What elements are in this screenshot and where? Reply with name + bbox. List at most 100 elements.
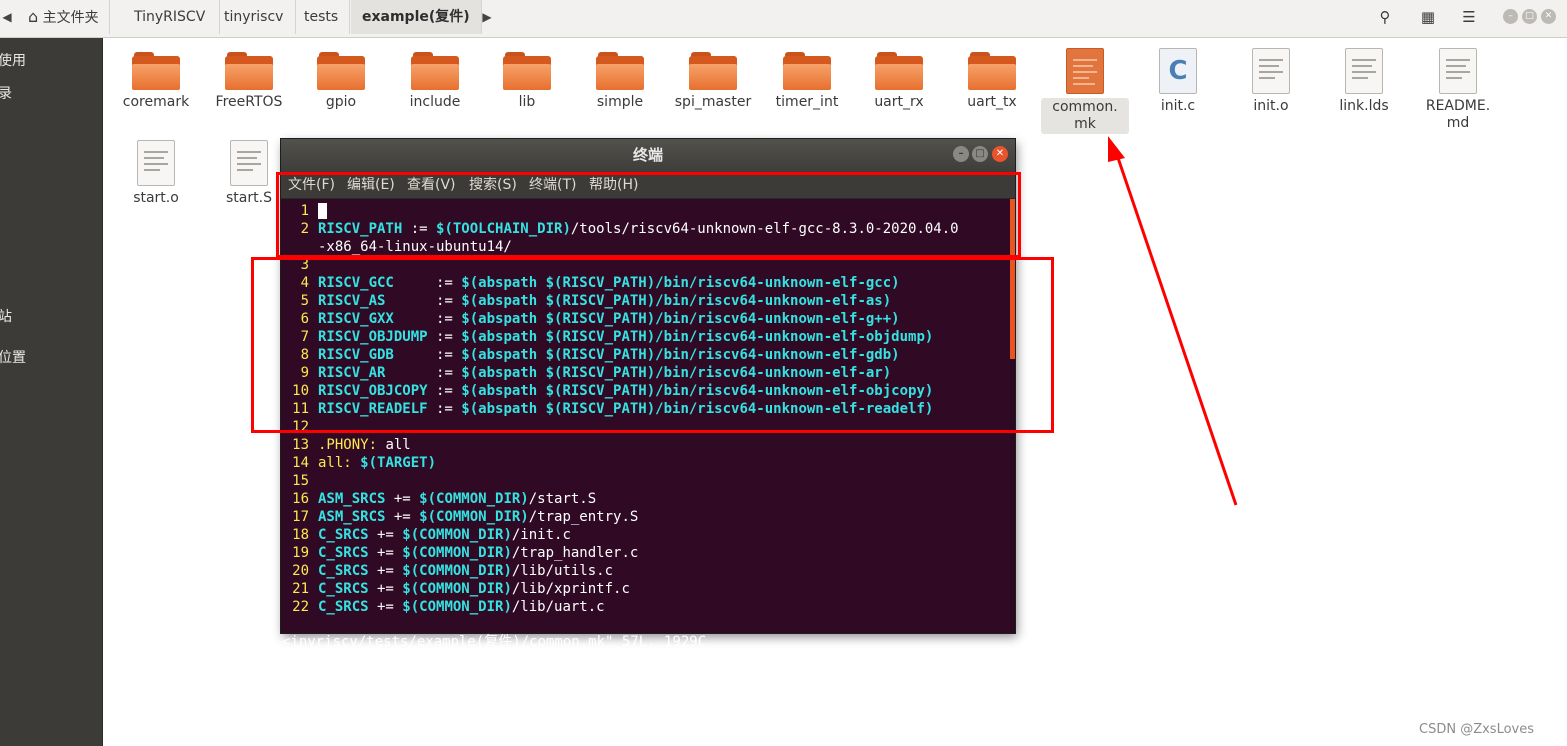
file-item-uart-tx[interactable]: uart_tx bbox=[948, 42, 1036, 111]
code-token: all bbox=[377, 437, 411, 453]
minimize-icon[interactable]: – bbox=[953, 146, 969, 162]
terminal-window[interactable]: 终端 – □ ✕ 文件(F) 编辑(E) 查看(V) 搜索(S) 终端(T) 帮… bbox=[281, 139, 1015, 687]
breadcrumb-tinyriscv-upper[interactable]: TinyRISCV bbox=[120, 0, 221, 34]
view-options-icon[interactable]: ▦ bbox=[1412, 4, 1444, 30]
text-cursor bbox=[318, 203, 327, 219]
code-token: $(abspath $(RISCV_PATH)/bin/riscv64-unkn… bbox=[461, 275, 900, 291]
line-number: 6 bbox=[300, 311, 309, 327]
sidebar-item-other-locations[interactable]: 位置 bbox=[0, 347, 26, 367]
file-item-readme-md[interactable]: README. md bbox=[1414, 42, 1502, 132]
file-item-link-lds[interactable]: link.lds bbox=[1320, 42, 1408, 115]
file-item-include[interactable]: include bbox=[391, 42, 479, 111]
chevron-right-icon[interactable]: ▶ bbox=[478, 0, 496, 34]
line-number: 22 bbox=[292, 599, 309, 615]
line-number: 8 bbox=[300, 347, 309, 363]
code-token: := bbox=[402, 221, 437, 237]
terminal-scrollbar[interactable] bbox=[1010, 199, 1015, 633]
file-label: spi_master bbox=[674, 94, 752, 110]
file-manager-toolbar: ◀ ⌂ 主文件夹 TinyRISCV tinyriscv tests examp… bbox=[0, 0, 1567, 38]
breadcrumb-home[interactable]: ⌂ 主文件夹 bbox=[16, 0, 110, 34]
maximize-icon[interactable]: □ bbox=[972, 146, 988, 162]
code-token: RISCV_GDB bbox=[318, 347, 394, 363]
minimize-icon[interactable]: – bbox=[1503, 9, 1518, 24]
hamburger-menu-icon[interactable]: ☰ bbox=[1453, 4, 1485, 30]
menu-help[interactable]: 帮助(H) bbox=[589, 171, 638, 199]
code-token: C_SRCS bbox=[318, 527, 369, 543]
line-text: ASM_SRCS += $(COMMON_DIR)/start.S bbox=[318, 490, 596, 508]
status-scroll-position: 顶端 bbox=[957, 669, 988, 687]
breadcrumb-label: 主文件夹 bbox=[42, 10, 99, 26]
chevron-left-icon[interactable]: ◀ bbox=[0, 0, 14, 34]
code-token: RISCV_GXX bbox=[318, 311, 394, 327]
code-token: $(COMMON_DIR) bbox=[402, 599, 512, 615]
breadcrumb-example[interactable]: example(复件) bbox=[351, 0, 482, 34]
line-number: 10 bbox=[292, 383, 309, 399]
object-file-icon bbox=[137, 140, 175, 186]
terminal-titlebar[interactable]: 终端 – □ ✕ bbox=[281, 139, 1015, 171]
code-token: /trap_handler.c bbox=[511, 545, 639, 561]
code-token: $(TOOLCHAIN_DIR) bbox=[436, 221, 571, 237]
code-token: := bbox=[393, 347, 462, 363]
code-token: := bbox=[385, 365, 462, 381]
status-cursor-position: 1,0-1 bbox=[840, 652, 883, 668]
breadcrumb-tests[interactable]: tests bbox=[293, 0, 351, 34]
file-item-coremark[interactable]: coremark bbox=[112, 42, 200, 111]
code-token: RISCV_AS bbox=[318, 293, 386, 309]
line-number: 1 bbox=[300, 203, 309, 219]
maximize-icon[interactable]: □ bbox=[1522, 9, 1537, 24]
file-item-common-mk[interactable]: common. mk bbox=[1041, 42, 1129, 134]
file-item-spi-master[interactable]: spi_master bbox=[669, 42, 757, 111]
line-number: 18 bbox=[292, 527, 309, 543]
code-token: RISCV_OBJCOPY bbox=[318, 383, 428, 399]
folder-icon bbox=[875, 52, 923, 90]
terminal-menubar: 文件(F) 编辑(E) 查看(V) 搜索(S) 终端(T) 帮助(H) bbox=[281, 171, 1015, 199]
sidebar-item-recent[interactable]: 使用 bbox=[0, 50, 26, 70]
breadcrumb-tinyriscv[interactable]: tinyriscv bbox=[212, 0, 297, 34]
line-number: 15 bbox=[292, 473, 309, 489]
file-item-init-c[interactable]: C init.c bbox=[1134, 42, 1222, 115]
file-item-init-o[interactable]: init.o bbox=[1227, 42, 1315, 115]
file-item-uart-rx[interactable]: uart_rx bbox=[855, 42, 943, 111]
code-token: C_SRCS bbox=[318, 599, 369, 615]
file-item-start-s[interactable]: start.S bbox=[205, 134, 293, 207]
file-label: FreeRTOS bbox=[215, 94, 283, 110]
line-number: 3 bbox=[300, 257, 309, 273]
code-token: RISCV_AR bbox=[318, 365, 386, 381]
line-text: RISCV_GCC := $(abspath $(RISCV_PATH)/bin… bbox=[318, 274, 900, 292]
file-item-freertos[interactable]: FreeRTOS bbox=[205, 42, 293, 111]
code-token: RISCV_GCC bbox=[318, 275, 394, 291]
menu-edit[interactable]: 编辑(E) bbox=[347, 171, 395, 199]
text-file-icon bbox=[1439, 48, 1477, 94]
code-token: := bbox=[393, 275, 462, 291]
menu-terminal[interactable]: 终端(T) bbox=[529, 171, 576, 199]
home-icon: ⌂ bbox=[28, 7, 39, 26]
sidebar-item-trash[interactable]: 站 bbox=[0, 306, 12, 326]
file-label: timer_int bbox=[775, 94, 839, 110]
file-item-simple[interactable]: simple bbox=[576, 42, 664, 111]
menu-file[interactable]: 文件(F) bbox=[288, 171, 335, 199]
code-token: all: bbox=[318, 455, 352, 471]
code-token: .PHONY: bbox=[318, 437, 378, 453]
line-number: 9 bbox=[300, 365, 309, 381]
sidebar-item-record[interactable]: 录 bbox=[0, 83, 12, 103]
close-icon[interactable]: ✕ bbox=[1541, 9, 1556, 24]
file-item-gpio[interactable]: gpio bbox=[297, 42, 385, 111]
menu-search[interactable]: 搜索(S) bbox=[469, 171, 517, 199]
folder-icon bbox=[503, 52, 551, 90]
file-label: README. md bbox=[1425, 98, 1491, 131]
makefile-icon bbox=[1066, 48, 1104, 94]
close-icon[interactable]: ✕ bbox=[992, 146, 1008, 162]
code-token: -x86_64-linux-ubuntu14/ bbox=[318, 239, 512, 255]
file-item-start-o[interactable]: start.o bbox=[112, 134, 200, 207]
file-label: start.S bbox=[226, 190, 272, 206]
search-icon[interactable]: ⚲ bbox=[1369, 4, 1401, 30]
vim-buffer[interactable]: 1 2 RISCV_PATH := $(TOOLCHAIN_DIR)/tools/r… bbox=[281, 199, 1015, 617]
folder-icon bbox=[783, 52, 831, 90]
file-item-lib[interactable]: lib bbox=[483, 42, 571, 111]
menu-view[interactable]: 查看(V) bbox=[407, 171, 456, 199]
line-text: RISCV_OBJDUMP := $(abspath $(RISCV_PATH)… bbox=[318, 328, 933, 346]
scrollbar-thumb[interactable] bbox=[1010, 199, 1015, 359]
line-number: 21 bbox=[292, 581, 309, 597]
file-item-timer-int[interactable]: timer_int bbox=[763, 42, 851, 111]
line-text: RISCV_GDB := $(abspath $(RISCV_PATH)/bin… bbox=[318, 346, 900, 364]
